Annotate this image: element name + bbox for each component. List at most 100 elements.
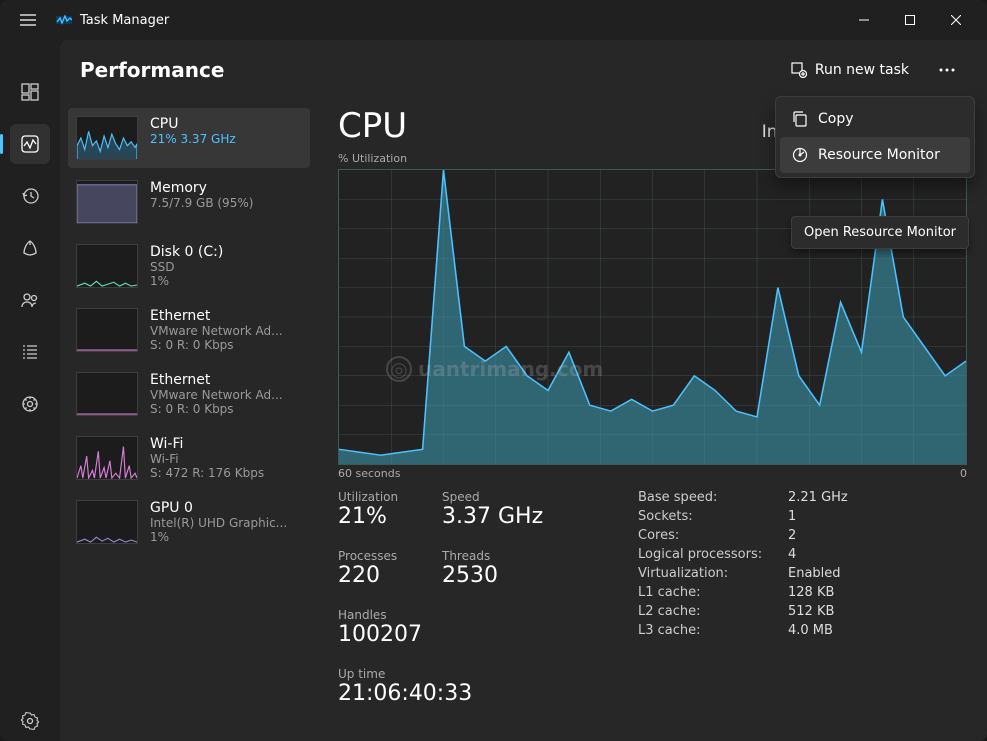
performance-icon (21, 135, 39, 153)
perf-item-cpu[interactable]: CPU 21% 3.37 GHz (68, 108, 310, 168)
nav-startup[interactable] (10, 228, 50, 268)
perf-sub: Wi-Fi (150, 452, 264, 466)
stat-key: L3 cache: (638, 623, 788, 638)
perf-sub: VMware Network Ad... (150, 324, 283, 338)
thumb-cpu (76, 116, 138, 160)
run-new-task-label: Run new task (815, 62, 909, 78)
perf-title: Wi-Fi (150, 436, 264, 452)
ctx-copy-label: Copy (818, 111, 854, 127)
stat-key: Sockets: (638, 509, 788, 524)
stat-label: Threads (442, 549, 522, 563)
stat-key: Virtualization: (638, 566, 788, 581)
perf-sub: 7.5/7.9 GB (95%) (150, 196, 253, 210)
stat-key: Base speed: (638, 490, 788, 505)
perf-sub2: S: 472 R: 176 Kbps (150, 466, 264, 480)
titlebar: Task Manager (0, 0, 987, 40)
hamburger-button[interactable] (8, 0, 48, 40)
perf-title: Memory (150, 180, 253, 196)
perf-sub2: 1% (150, 274, 223, 288)
stat-label: Handles (338, 608, 422, 622)
perf-sub: 21% 3.37 GHz (150, 132, 236, 146)
right-stats: Base speed:2.21 GHzSockets:1Cores:2Logic… (638, 490, 848, 706)
ctx-copy[interactable]: Copy (780, 101, 970, 137)
stat-val: 128 KB (788, 585, 834, 600)
stat-label: Up time (338, 667, 598, 681)
thumb-disk (76, 244, 138, 288)
detail-title: CPU (338, 106, 407, 146)
stat-val: 2.21 GHz (788, 490, 848, 505)
perf-title: Ethernet (150, 372, 283, 388)
minimize-icon (859, 15, 869, 25)
maximize-icon (905, 15, 915, 25)
nav-rail (0, 40, 60, 741)
perf-title: GPU 0 (150, 500, 287, 516)
close-button[interactable] (933, 0, 979, 40)
performance-list: CPU 21% 3.37 GHz Memory 7.5/7.9 GB (95%) (60, 100, 318, 741)
window-title: Task Manager (80, 13, 169, 28)
stat-value: 3.37 GHz (442, 504, 543, 529)
axis-right-label: 0 (960, 467, 967, 480)
perf-sub2: S: 0 R: 0 Kbps (150, 338, 283, 352)
stat-label: Utilization (338, 490, 418, 504)
stat-value: 220 (338, 563, 418, 588)
run-new-task-button[interactable]: Run new task (779, 56, 921, 84)
perf-title: Disk 0 (C:) (150, 244, 223, 260)
stat-val: Enabled (788, 566, 841, 581)
ctx-resource-monitor-label: Resource Monitor (818, 147, 940, 163)
nav-services[interactable] (10, 384, 50, 424)
nav-details[interactable] (10, 332, 50, 372)
perf-title: Ethernet (150, 308, 283, 324)
thumb-eth2 (76, 372, 138, 416)
services-icon (21, 395, 39, 413)
perf-item-memory[interactable]: Memory 7.5/7.9 GB (95%) (68, 172, 310, 232)
perf-sub2: S: 0 R: 0 Kbps (150, 402, 283, 416)
hamburger-icon (20, 14, 36, 26)
stat-key: L2 cache: (638, 604, 788, 619)
details-icon (21, 343, 39, 361)
axis-left-label: 60 seconds (338, 467, 400, 480)
perf-item-ethernet-1[interactable]: Ethernet VMware Network Ad... S: 0 R: 0 … (68, 300, 310, 360)
stat-val: 4 (788, 547, 796, 562)
stat-value: 100207 (338, 622, 422, 647)
thumb-memory (76, 180, 138, 224)
stat-val: 4.0 MB (788, 623, 833, 638)
perf-sub: VMware Network Ad... (150, 388, 283, 402)
nav-settings[interactable] (10, 701, 50, 741)
page-title: Performance (80, 58, 224, 82)
more-button[interactable] (927, 50, 967, 90)
stat-key: Cores: (638, 528, 788, 543)
stat-row: L2 cache:512 KB (638, 604, 848, 619)
stat-row: Logical processors:4 (638, 547, 848, 562)
perf-item-gpu0[interactable]: GPU 0 Intel(R) UHD Graphic... 1% (68, 492, 310, 552)
copy-icon (792, 111, 808, 127)
stat-key: Logical processors: (638, 547, 788, 562)
nav-performance[interactable] (10, 124, 50, 164)
stat-val: 512 KB (788, 604, 834, 619)
stat-row: Cores:2 (638, 528, 848, 543)
startup-icon (21, 239, 39, 257)
stat-value: 21:06:40:33 (338, 681, 598, 706)
stat-value: 2530 (442, 563, 522, 588)
processes-icon (21, 83, 39, 101)
stat-val: 2 (788, 528, 796, 543)
thumb-eth1 (76, 308, 138, 352)
perf-title: CPU (150, 116, 236, 132)
nav-users[interactable] (10, 280, 50, 320)
settings-icon (21, 712, 39, 730)
users-icon (21, 291, 39, 309)
perf-sub2: 1% (150, 530, 287, 544)
ctx-resource-monitor[interactable]: Resource Monitor (780, 137, 970, 173)
perf-item-wifi[interactable]: Wi-Fi Wi-Fi S: 472 R: 176 Kbps (68, 428, 310, 488)
stat-row: Sockets:1 (638, 509, 848, 524)
context-menu: Copy Resource Monitor (775, 96, 975, 178)
cpu-chart (338, 169, 967, 465)
more-icon (939, 68, 955, 72)
nav-processes[interactable] (10, 72, 50, 112)
nav-history[interactable] (10, 176, 50, 216)
perf-item-disk0[interactable]: Disk 0 (C:) SSD 1% (68, 236, 310, 296)
minimize-button[interactable] (841, 0, 887, 40)
perf-item-ethernet-2[interactable]: Ethernet VMware Network Ad... S: 0 R: 0 … (68, 364, 310, 424)
task-manager-window: Task Manager Performance Run n (0, 0, 987, 741)
content-area: Performance Run new task Copy (60, 40, 987, 741)
maximize-button[interactable] (887, 0, 933, 40)
